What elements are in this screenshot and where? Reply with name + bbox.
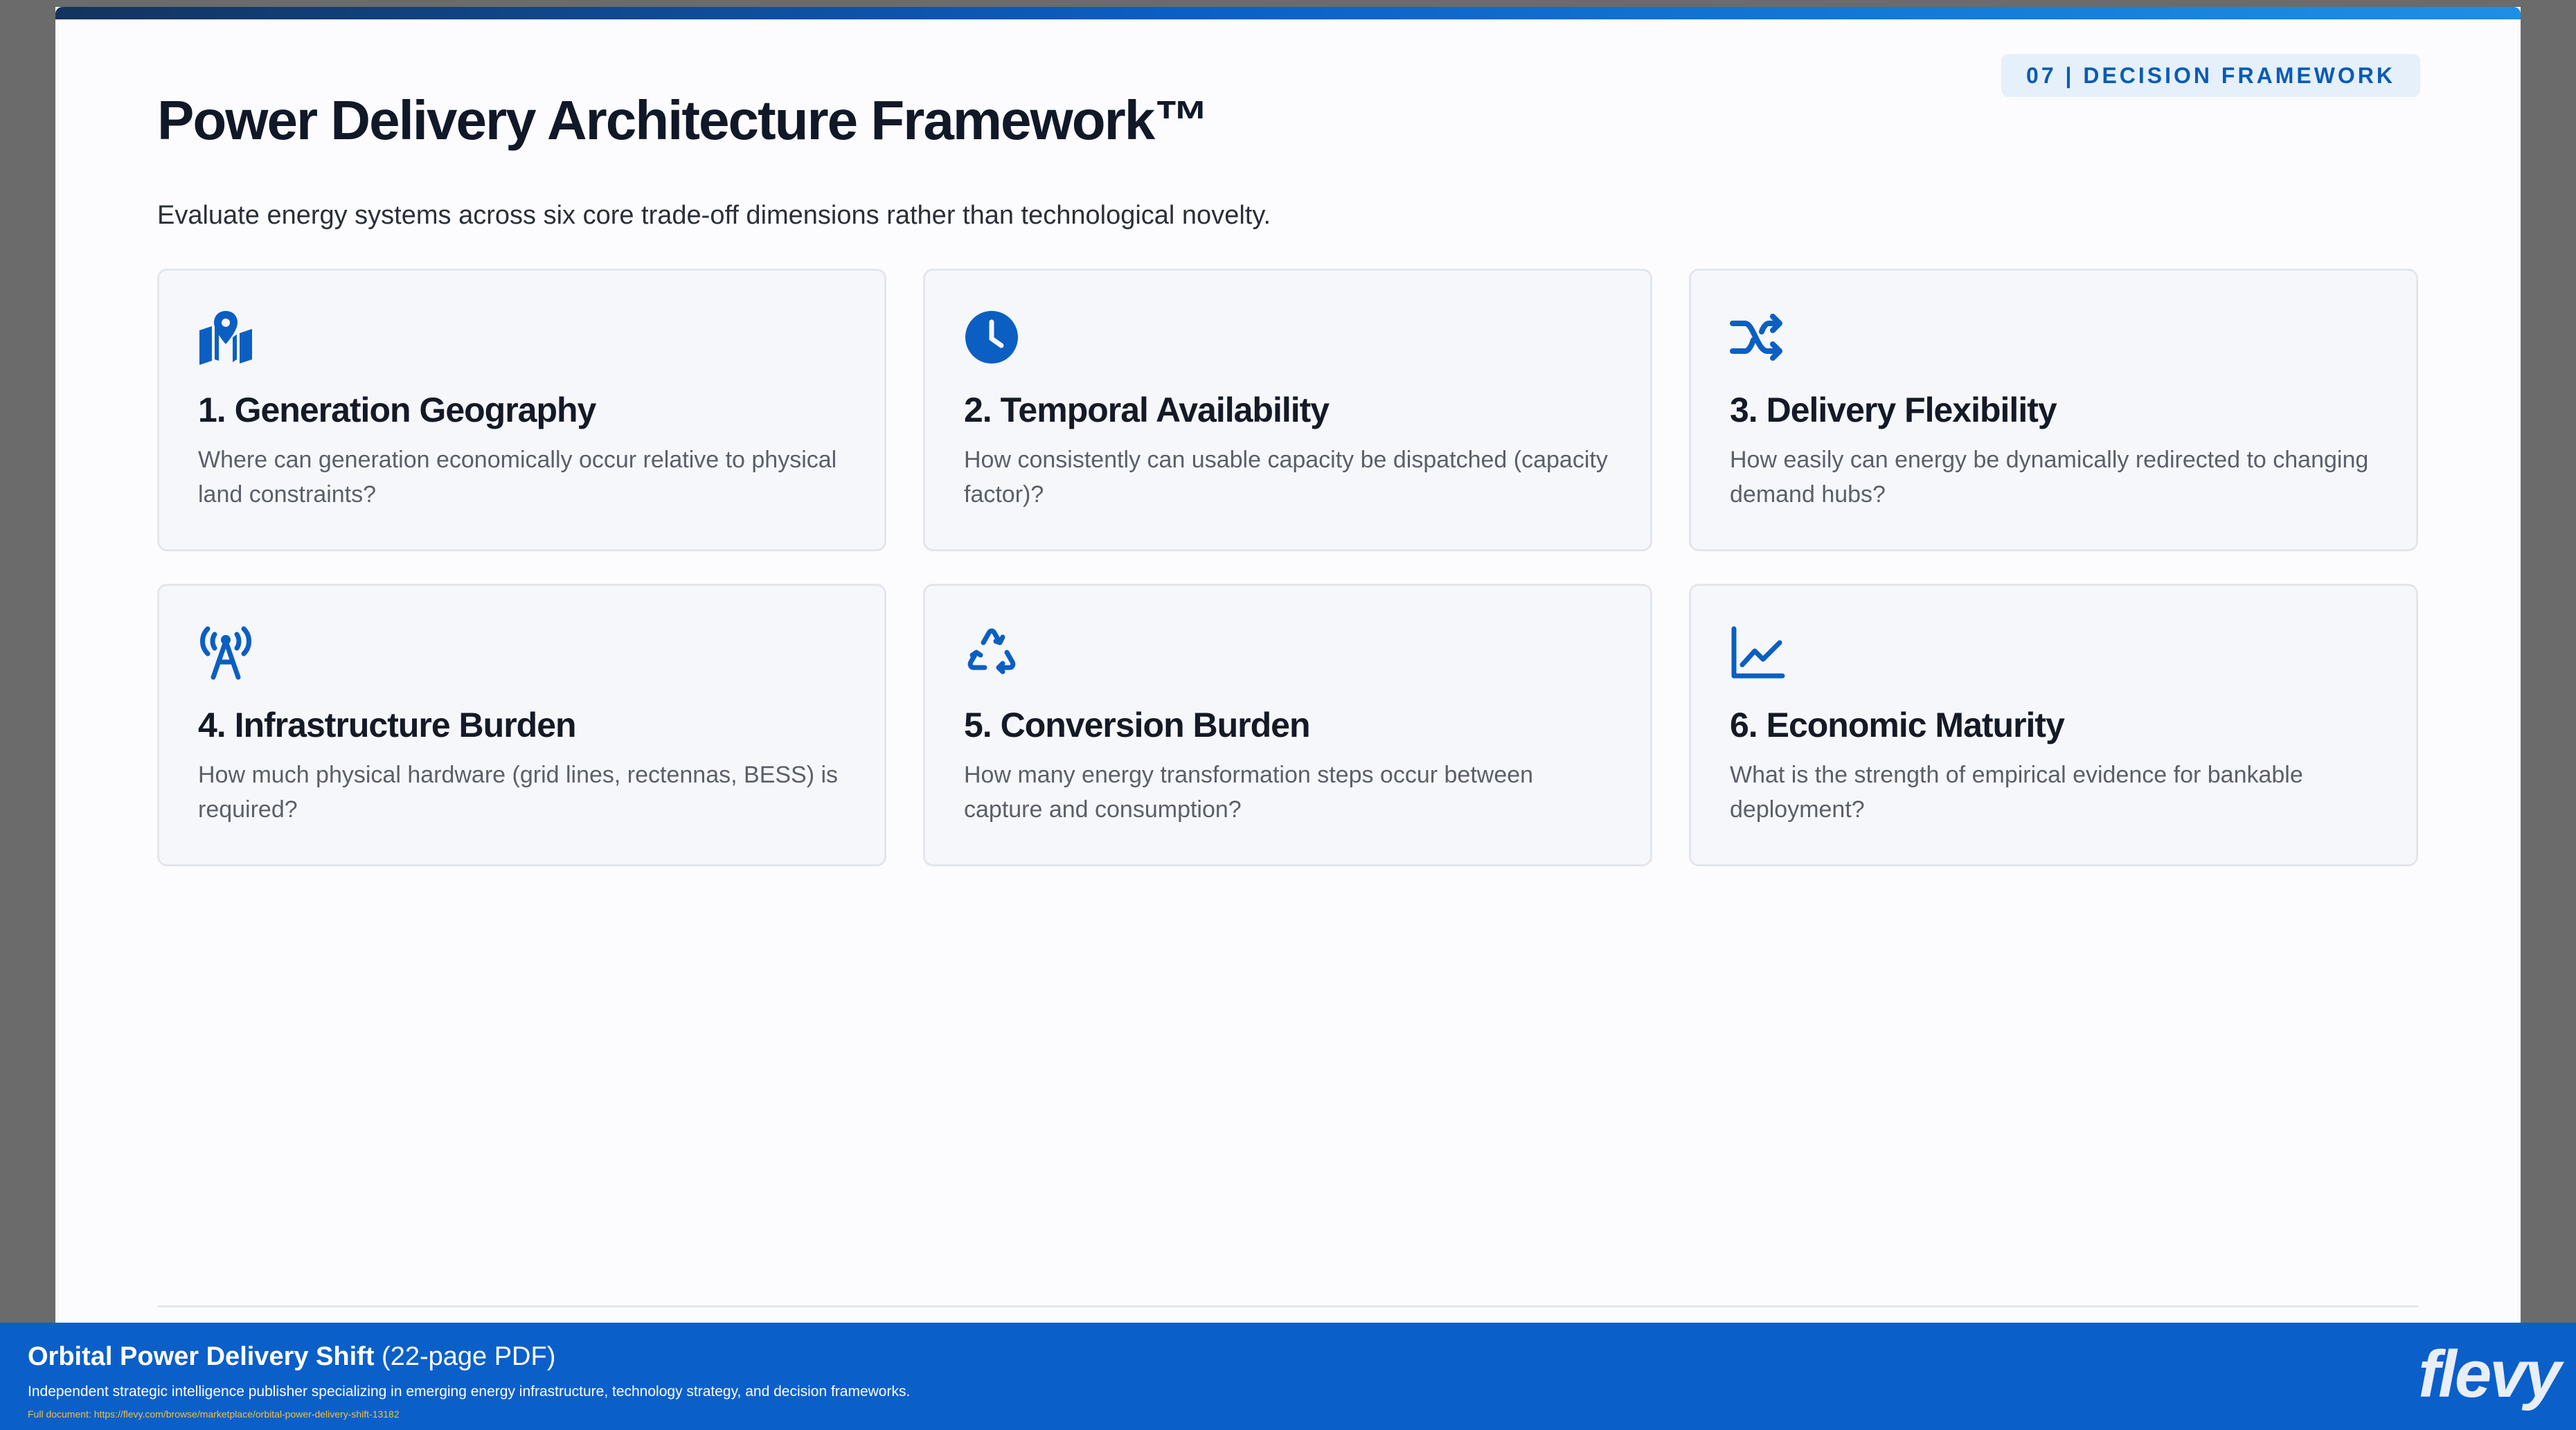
card-temporal-availability: 2. Temporal Availability How consistentl… xyxy=(923,269,1652,551)
card-text: Where can generation economically occur … xyxy=(198,447,837,508)
footer-divider xyxy=(157,1305,2419,1307)
chart-line-icon xyxy=(1730,625,1785,680)
document-page-count: (22-page PDF) xyxy=(374,1342,556,1371)
clock-icon xyxy=(964,310,1019,365)
card-conversion-burden: 5. Conversion Burden How many energy tra… xyxy=(923,584,1652,866)
map-location-icon xyxy=(198,310,253,365)
recycle-icon xyxy=(964,625,1019,680)
document-title: Orbital Power Delivery Shift (22-page PD… xyxy=(28,1342,555,1372)
document-link[interactable]: Full document: https://flevy.com/browse/… xyxy=(28,1409,400,1420)
card-generation-geography: 1. Generation Geography Where can genera… xyxy=(157,269,886,551)
card-economic-maturity: 6. Economic Maturity What is the strengt… xyxy=(1689,584,2418,866)
card-delivery-flexibility: 3. Delivery Flexibility How easily can e… xyxy=(1689,269,2418,551)
section-badge: 07 | DECISION FRAMEWORK xyxy=(2001,54,2420,97)
card-text: What is the strength of empirical eviden… xyxy=(1730,762,2303,823)
document-title-bold: Orbital Power Delivery Shift xyxy=(28,1342,375,1371)
framework-grid: 1. Generation Geography Where can genera… xyxy=(157,269,2419,866)
page-subtitle: Evaluate energy systems across six core … xyxy=(157,201,1271,230)
card-infrastructure-burden: 4. Infrastructure Burden How much physic… xyxy=(157,584,886,866)
card-title: 2. Temporal Availability xyxy=(964,391,1330,429)
card-title: 3. Delivery Flexibility xyxy=(1730,391,2057,429)
tower-broadcast-icon xyxy=(198,625,253,680)
top-accent-bar xyxy=(55,7,2521,19)
card-text: How much physical hardware (grid lines, … xyxy=(198,762,839,823)
publisher-description: Independent strategic intelligence publi… xyxy=(28,1384,911,1400)
card-title: 1. Generation Geography xyxy=(198,391,596,429)
page-title: Power Delivery Architecture Framework™ xyxy=(157,89,1209,151)
card-title: 5. Conversion Burden xyxy=(964,706,1311,744)
slide: 07 | DECISION FRAMEWORK Power Delivery A… xyxy=(55,7,2521,1326)
footer-banner: Orbital Power Delivery Shift (22-page PD… xyxy=(0,1323,2576,1430)
card-title: 4. Infrastructure Burden xyxy=(198,706,577,744)
shuffle-icon xyxy=(1730,310,1785,365)
card-text: How many energy transformation steps occ… xyxy=(964,762,1534,823)
card-title: 6. Economic Maturity xyxy=(1730,706,2065,744)
flevy-logo[interactable]: flevy xyxy=(2418,1337,2561,1413)
card-text: How consistently can usable capacity be … xyxy=(964,447,1608,508)
card-text: How easily can energy be dynamically red… xyxy=(1730,447,2369,508)
